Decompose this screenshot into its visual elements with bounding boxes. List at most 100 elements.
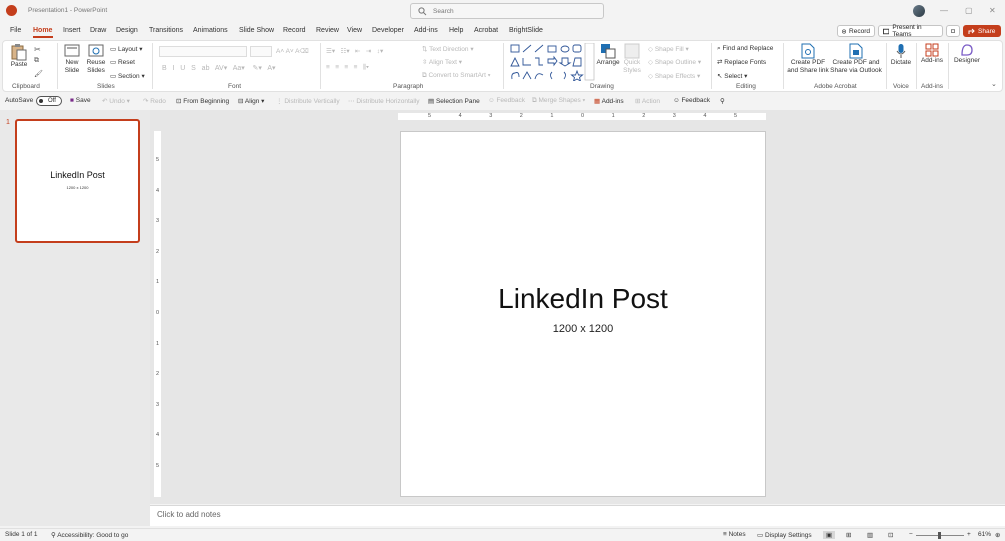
paste-label: Paste xyxy=(10,61,28,68)
divider xyxy=(948,43,949,89)
from-beginning-button[interactable]: ⊡ From Beginning xyxy=(176,97,229,105)
find-replace-button[interactable]: ⌕ Find and Replace xyxy=(717,45,773,53)
slide-title[interactable]: LinkedIn Post xyxy=(400,283,766,315)
save-label: Save xyxy=(75,97,91,104)
accessibility-label: Accessibility: Good to go xyxy=(57,532,129,539)
customize-qat-icon[interactable]: ⚲ xyxy=(720,97,725,105)
align-text-button[interactable]: ⇳ Align Text ▾ xyxy=(422,58,462,66)
format-painter-icon[interactable]: 🖌 xyxy=(34,70,43,78)
tab-slide-show[interactable]: Slide Show xyxy=(239,27,274,34)
normal-view-icon[interactable]: ▣ xyxy=(823,531,836,539)
tab-home[interactable]: Home xyxy=(33,27,52,34)
layout-button[interactable]: ▭ Layout ▾ xyxy=(110,45,143,53)
slideshow-view-icon[interactable]: ⊡ xyxy=(888,531,893,539)
zoom-level[interactable]: 61% xyxy=(978,531,991,538)
slide-subtitle[interactable]: 1200 x 1200 xyxy=(400,323,766,335)
create-pdf-link-button[interactable]: Create PDF and Share link xyxy=(786,43,830,75)
share-button[interactable]: Share xyxy=(963,25,1001,37)
grow-font-icon[interactable]: A˄ A˅ A⌫ xyxy=(276,47,309,55)
ruler-tick-label: 3 xyxy=(156,401,160,408)
tab-developer[interactable]: Developer xyxy=(372,27,404,34)
tab-design[interactable]: Design xyxy=(116,27,138,34)
quick-styles-button[interactable]: Quick Styles xyxy=(621,43,643,75)
select-button[interactable]: ↖ Select ▾ xyxy=(717,72,747,80)
tab-help[interactable]: Help xyxy=(449,27,463,34)
tab-transitions[interactable]: Transitions xyxy=(149,27,183,34)
present-in-teams-button[interactable]: Present in Teams xyxy=(878,24,943,38)
font-format-buttons[interactable]: B I U S ab AV▾ Aa▾ ✎▾ A▾ xyxy=(162,64,276,72)
redo-button[interactable]: ↷ Redo xyxy=(143,97,166,105)
designer-button[interactable]: Designer xyxy=(951,43,983,65)
notes-pane[interactable] xyxy=(150,505,1005,526)
record-button[interactable]: Record xyxy=(837,25,875,37)
tab-add-ins[interactable]: Add-ins xyxy=(414,27,438,34)
zoom-slider-thumb[interactable] xyxy=(938,532,942,539)
paste-button[interactable]: Paste xyxy=(9,43,29,69)
replace-fonts-label: Replace Fonts xyxy=(724,59,767,66)
close-icon[interactable]: ✕ xyxy=(989,6,996,15)
slide-thumbnail[interactable] xyxy=(15,119,140,243)
add-ins-qat-button[interactable]: ▦ Add-ins xyxy=(594,97,624,105)
fit-to-window-icon[interactable]: ⊕ xyxy=(995,531,1000,539)
alignment-buttons[interactable]: ≡ ≡ ≡ ≡ ⫼▾ xyxy=(326,64,369,72)
copy-icon[interactable]: ⧉ xyxy=(34,57,39,65)
shapes-gallery[interactable] xyxy=(509,43,595,81)
font-size-dropdown[interactable] xyxy=(250,46,272,57)
section-label: Section xyxy=(117,73,140,80)
convert-smartart-button[interactable]: ⧉ Convert to SmartArt ▾ xyxy=(422,72,490,80)
tab-animations[interactable]: Animations xyxy=(193,27,228,34)
feedback-button-1[interactable]: ☺ Feedback xyxy=(488,97,525,104)
action-button[interactable]: ⊞ Action xyxy=(635,97,660,105)
align-button[interactable]: ⊟ Align ▾ xyxy=(238,97,264,105)
tab-insert[interactable]: Insert xyxy=(63,27,81,34)
tab-file[interactable]: File xyxy=(10,27,21,34)
create-pdf-outlook-button[interactable]: Create PDF and Share via Outlook xyxy=(830,43,882,75)
arrange-button[interactable]: Arrange xyxy=(596,43,620,67)
distribute-horizontally-button[interactable]: ⋯ Distribute Horizontally xyxy=(348,97,420,105)
reuse-slides-button[interactable]: Reuse Slides xyxy=(85,43,107,75)
shape-fill-button[interactable]: ◇ Shape Fill ▾ xyxy=(648,45,689,53)
display-settings-button[interactable]: ▭ Display Settings xyxy=(757,531,812,539)
shape-effects-button[interactable]: ◇ Shape Effects ▾ xyxy=(648,72,700,80)
tab-draw[interactable]: Draw xyxy=(90,27,106,34)
ruler-tick-label: 3 xyxy=(489,113,493,119)
reset-button[interactable]: ▭ Reset xyxy=(110,58,135,66)
save-button[interactable]: ■ Save xyxy=(70,97,91,104)
slide-sorter-icon[interactable]: ⊞ xyxy=(846,531,851,539)
tab-view[interactable]: View xyxy=(347,27,362,34)
maximize-icon[interactable]: ▢ xyxy=(965,6,973,15)
selection-pane-button[interactable]: ▤ Selection Pane xyxy=(428,97,480,105)
tab-record[interactable]: Record xyxy=(283,27,306,34)
new-slide-button[interactable]: New Slide xyxy=(61,43,83,75)
accessibility-button[interactable]: ⚲ Accessibility: Good to go xyxy=(51,531,128,539)
minimize-icon[interactable]: — xyxy=(940,6,948,15)
text-direction-button[interactable]: ⇅ Text Direction ▾ xyxy=(422,45,474,53)
section-button[interactable]: ▭ Section ▾ xyxy=(110,72,145,80)
replace-fonts-button[interactable]: ⇄ Replace Fonts xyxy=(717,58,766,66)
merge-shapes-button[interactable]: ⧉ Merge Shapes ▾ xyxy=(532,97,585,105)
tab-review[interactable]: Review xyxy=(316,27,339,34)
comments-button[interactable] xyxy=(946,25,960,37)
dictate-button[interactable]: Dictate xyxy=(889,43,913,67)
zoom-out-icon[interactable]: − xyxy=(909,531,913,538)
collapse-ribbon-icon[interactable]: ⌄ xyxy=(991,80,997,88)
zoom-in-icon[interactable]: + xyxy=(967,531,971,538)
undo-button[interactable]: ↶ Undo ▾ xyxy=(102,97,130,105)
feedback-button-2[interactable]: ☺ Feedback xyxy=(673,97,710,104)
list-buttons[interactable]: ☰▾ ☷▾ ⇤ ⇥ ↕▾ xyxy=(326,47,383,55)
powerpoint-logo-icon[interactable] xyxy=(6,5,17,16)
shape-outline-button[interactable]: ◇ Shape Outline ▾ xyxy=(648,58,701,66)
tab-acrobat[interactable]: Acrobat xyxy=(474,27,498,34)
add-ins-button[interactable]: Add-ins xyxy=(919,43,945,65)
cut-icon[interactable]: ✂ xyxy=(34,45,41,54)
avatar[interactable] xyxy=(913,5,925,17)
distribute-vertically-button[interactable]: ⋮ Distribute Vertically xyxy=(276,97,340,105)
tab-brightslide[interactable]: BrightSlide xyxy=(509,27,543,34)
search-box[interactable]: Search xyxy=(410,3,604,19)
notes-button[interactable]: ≡ Notes xyxy=(723,531,746,538)
autosave-toggle[interactable]: Off xyxy=(36,96,62,106)
reading-view-icon[interactable]: ▥ xyxy=(867,531,873,539)
font-name-dropdown[interactable] xyxy=(159,46,247,57)
convert-smartart-label: Convert to SmartArt xyxy=(428,72,486,79)
divider xyxy=(783,43,784,89)
